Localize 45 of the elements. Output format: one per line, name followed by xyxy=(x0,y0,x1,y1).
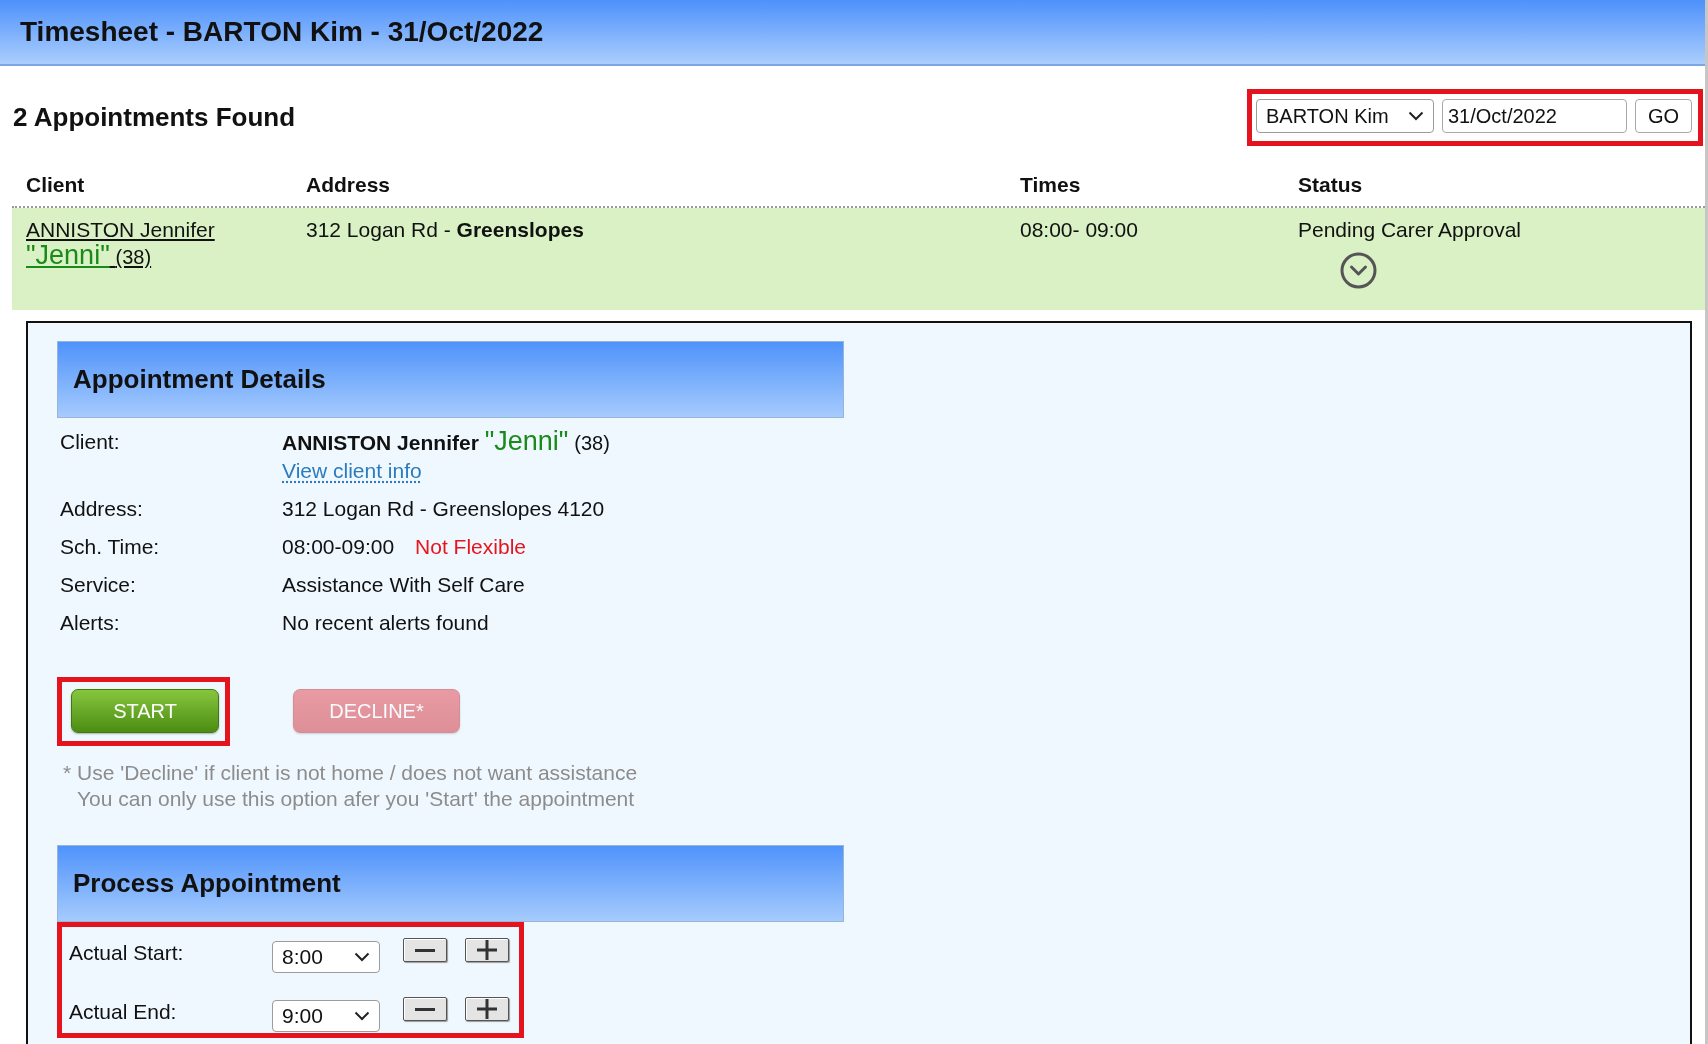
client-info-link[interactable]: View client info xyxy=(282,457,422,484)
footnote-text: You can only use this option afer you 'Start' the appointment xyxy=(77,786,635,812)
plus-icon xyxy=(477,999,497,1019)
client-name: ANNISTON Jennifer "Jenni" (38) xyxy=(282,428,610,457)
chevron-down-icon xyxy=(354,1011,370,1021)
column-header: Times xyxy=(1020,173,1081,197)
footnote-text: * Use 'Decline' if client is not home / does not want assistance xyxy=(63,760,638,786)
time-select[interactable]: 8:00 xyxy=(272,941,380,973)
section-title: Process Appointment xyxy=(73,868,341,899)
field-value: Assistance With Self Care xyxy=(282,573,525,596)
field-value: 312 Logan Rd - Greenslopes 4120 xyxy=(282,497,605,520)
field-value: 08:00-09:00 xyxy=(282,535,395,558)
minus-icon xyxy=(415,1007,435,1011)
chevron-down-icon xyxy=(354,952,370,962)
field-label: Service: xyxy=(60,572,137,598)
plus-icon xyxy=(477,940,497,960)
table-cell: 312 Logan Rd - Greenslopes xyxy=(306,218,584,242)
date-field[interactable]: 31/Oct/2022 xyxy=(1442,99,1627,133)
chevron-down-icon xyxy=(1408,111,1424,121)
field-label: Address: xyxy=(60,496,144,522)
time-select[interactable]: 9:00 xyxy=(272,1000,380,1032)
minus-button[interactable] xyxy=(403,938,447,962)
carer-select[interactable]: BARTON Kim xyxy=(1256,99,1434,133)
plus-button[interactable] xyxy=(465,938,509,962)
flexibility-note: Not Flexible xyxy=(415,535,526,558)
results-count: 2 Appointments Found xyxy=(12,102,296,133)
section-title: Appointment Details xyxy=(73,364,326,395)
status-text: Pending Carer Approval xyxy=(1298,218,1521,242)
minus-button[interactable] xyxy=(403,997,447,1021)
go-button[interactable]: GO xyxy=(1635,99,1692,133)
page-title: Timesheet - BARTON Kim - 31/Oct/2022 xyxy=(20,16,544,48)
field-value: No recent alerts found xyxy=(282,611,489,634)
circle-chevron-icon[interactable] xyxy=(1340,252,1377,289)
table-cell: 08:00- 09:00 xyxy=(1020,218,1138,242)
column-header: Status xyxy=(1298,173,1363,197)
minus-icon xyxy=(415,948,435,952)
column-header: Client xyxy=(26,173,85,197)
column-header: Address xyxy=(306,173,391,197)
time-label: Actual End: xyxy=(69,999,178,1025)
client-link[interactable]: ANNISTON Jennifer "Jenni" (38) xyxy=(26,218,215,270)
field-label: Client: xyxy=(60,429,121,455)
time-label: Actual Start: xyxy=(69,940,185,966)
field-label: Sch. Time: xyxy=(60,534,161,560)
plus-button[interactable] xyxy=(465,997,509,1021)
field-label: Alerts: xyxy=(60,610,121,636)
